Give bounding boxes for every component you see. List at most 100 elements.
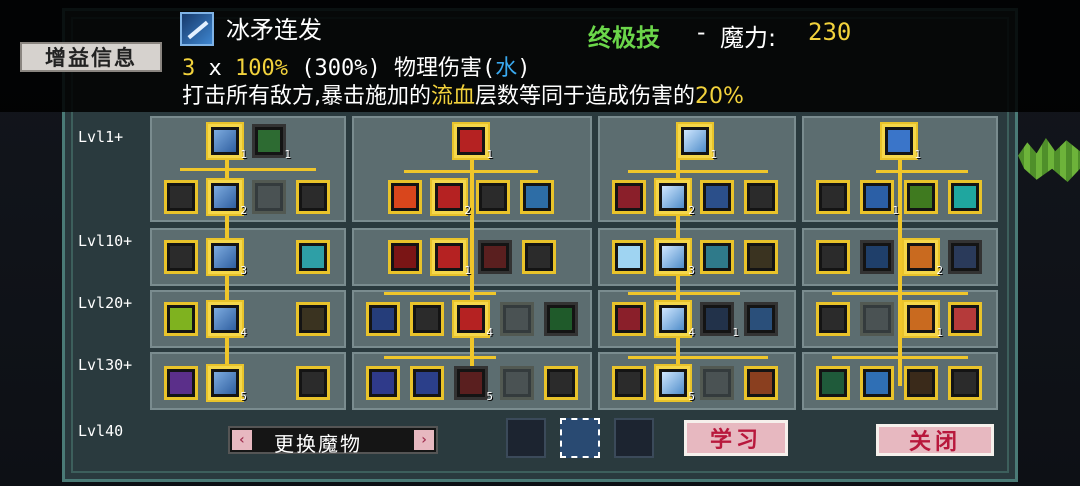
skill-node-ice-spear-4[interactable]: 4 [208, 302, 247, 339]
node-level: 1 [914, 148, 921, 161]
skill-node-eye[interactable] [544, 302, 578, 336]
swap-monster-control: ‹ 更换魔物 › [228, 426, 438, 456]
skill-tab-2-selected[interactable] [560, 418, 600, 458]
skill-node-blue-heart[interactable] [366, 302, 400, 336]
skill-node-ice-spear-1[interactable]: 1 [208, 124, 247, 161]
node-level: 5 [240, 390, 247, 403]
skill-node-skull[interactable] [744, 302, 778, 336]
skill-node-sword[interactable] [476, 180, 510, 214]
skill-node-wing-4[interactable]: 4 [656, 302, 695, 339]
skill-node-heart-3[interactable] [544, 366, 578, 400]
skill-node-water-drop[interactable] [700, 180, 734, 214]
skill-node-blue-arrows[interactable] [860, 366, 894, 400]
skill-tab-3[interactable] [614, 418, 654, 458]
skill-node-target-orange-2[interactable]: 1 [904, 302, 943, 339]
skill-node-wing-2[interactable]: 2 [656, 180, 695, 217]
node-level: 4 [688, 326, 695, 339]
skill-node-water-ring[interactable] [296, 240, 330, 274]
node-level: 1 [892, 204, 899, 217]
skill-node-red-fangs[interactable] [612, 302, 646, 336]
skill-node-claw-3[interactable]: 1 [432, 240, 471, 277]
skill-node-green-shield[interactable] [816, 366, 850, 400]
skill-node-dim-2[interactable] [500, 302, 534, 336]
connector-col3-tier4 [628, 356, 768, 359]
skill-node-blue-blade[interactable] [520, 180, 554, 214]
skill-node-locked-1[interactable] [164, 180, 198, 214]
skill-node-heart-5[interactable] [948, 366, 982, 400]
connector-col4-main [898, 156, 902, 386]
skill-node-red-shield[interactable] [612, 180, 646, 214]
connector-col4-tier4 [832, 356, 968, 359]
skill-node-cd[interactable] [612, 366, 646, 400]
skill-node-dim-5[interactable] [860, 302, 894, 336]
skill-node-blue-dash-2[interactable] [860, 240, 894, 274]
skill-node-dim-1[interactable] [252, 180, 286, 214]
node-level: 1 [486, 148, 493, 161]
skill-node-wing-5[interactable]: 5 [656, 366, 695, 403]
skill-node-heart-locked[interactable] [164, 240, 198, 274]
close-button[interactable]: 关闭 [876, 424, 994, 456]
skill-node-wing-3[interactable]: 3 [656, 240, 695, 277]
row-label-lvl1: Lvl1+ [78, 128, 124, 146]
skill-node-claw-4[interactable]: 4 [454, 302, 493, 339]
skill-node-ice-spear-5[interactable]: 5 [208, 366, 247, 403]
skill-node-teal-swirl[interactable] [948, 180, 982, 214]
skill-node-dim-4[interactable] [700, 366, 734, 400]
buff-info-button[interactable]: 增益信息 [20, 42, 162, 72]
connector-col1-branch [180, 168, 316, 171]
skill-node-shield[interactable] [522, 240, 556, 274]
skill-node-target[interactable]: 1 [252, 124, 291, 161]
skill-node-green-x[interactable] [904, 180, 938, 214]
row-label-lvl30: Lvl30+ [78, 356, 133, 374]
prev-monster-arrow-icon[interactable]: ‹ [232, 430, 252, 450]
connector-col2-tier4 [384, 356, 496, 359]
skill-node-blue-dash[interactable]: 1 [860, 180, 899, 217]
skill-node-heart-2[interactable] [296, 366, 330, 400]
skill-node-cross-shield[interactable] [744, 366, 778, 400]
skill-node-ice-cube[interactable] [612, 240, 646, 274]
row-label-lvl20: Lvl20+ [78, 294, 133, 312]
skill-node-heart-4[interactable] [744, 180, 778, 214]
skill-node-dark-spears[interactable]: 1 [700, 302, 739, 339]
skill-node-dim-3[interactable] [500, 366, 534, 400]
skill-node-heart-sword[interactable] [948, 302, 982, 336]
row-label-lvl10: Lvl10+ [78, 232, 133, 250]
skill-node-dna[interactable] [366, 366, 400, 400]
next-monster-arrow-icon[interactable]: › [414, 430, 434, 450]
node-level: 3 [240, 264, 247, 277]
skill-node-ice-spear-3[interactable]: 3 [208, 240, 247, 277]
skill-node-chain[interactable] [478, 240, 512, 274]
skill-node-target-orange-1[interactable]: 2 [904, 240, 943, 277]
skill-node-locked-2[interactable] [816, 240, 850, 274]
skill-node-armor[interactable] [410, 302, 444, 336]
skill-tab-1[interactable] [506, 418, 546, 458]
skill-node-blue-shark[interactable] [410, 366, 444, 400]
skill-node-gear-orange[interactable] [744, 240, 778, 274]
skill-node-blue-feather-1[interactable]: 1 [882, 124, 921, 161]
skill-node-claw-1[interactable]: 1 [454, 124, 493, 161]
skill-node-blood[interactable] [388, 240, 422, 274]
skill-node-heart-shield[interactable] [700, 240, 734, 274]
learn-button[interactable]: 学习 [684, 420, 788, 456]
skill-node-target-dark[interactable] [904, 366, 938, 400]
skill-type-label: 终极技 [588, 24, 660, 52]
skill-node-sun-gear[interactable] [296, 302, 330, 336]
skill-node-wing-1[interactable]: 1 [678, 124, 717, 161]
row-label-lvl40: Lvl40 [78, 422, 124, 440]
skill-node-cd-2[interactable] [816, 302, 850, 336]
skill-node-fire[interactable] [388, 180, 422, 214]
node-level: 1 [936, 326, 943, 339]
skill-node-crit[interactable] [296, 180, 330, 214]
node-level: 1 [710, 148, 717, 161]
skill-node-crown[interactable] [164, 302, 198, 336]
node-level: 1 [464, 264, 471, 277]
skill-node-claw-2[interactable]: 2 [432, 180, 471, 217]
node-level: 5 [486, 390, 493, 403]
skill-node-dark-beast[interactable] [948, 240, 982, 274]
skill-node-crit-2[interactable] [816, 180, 850, 214]
skill-node-red-slash[interactable]: 5 [454, 366, 493, 403]
skill-node-purple-blade[interactable] [164, 366, 198, 400]
node-level: 5 [688, 390, 695, 403]
skill-node-ice-spear-2[interactable]: 2 [208, 180, 247, 217]
background-foliage [1018, 138, 1080, 182]
